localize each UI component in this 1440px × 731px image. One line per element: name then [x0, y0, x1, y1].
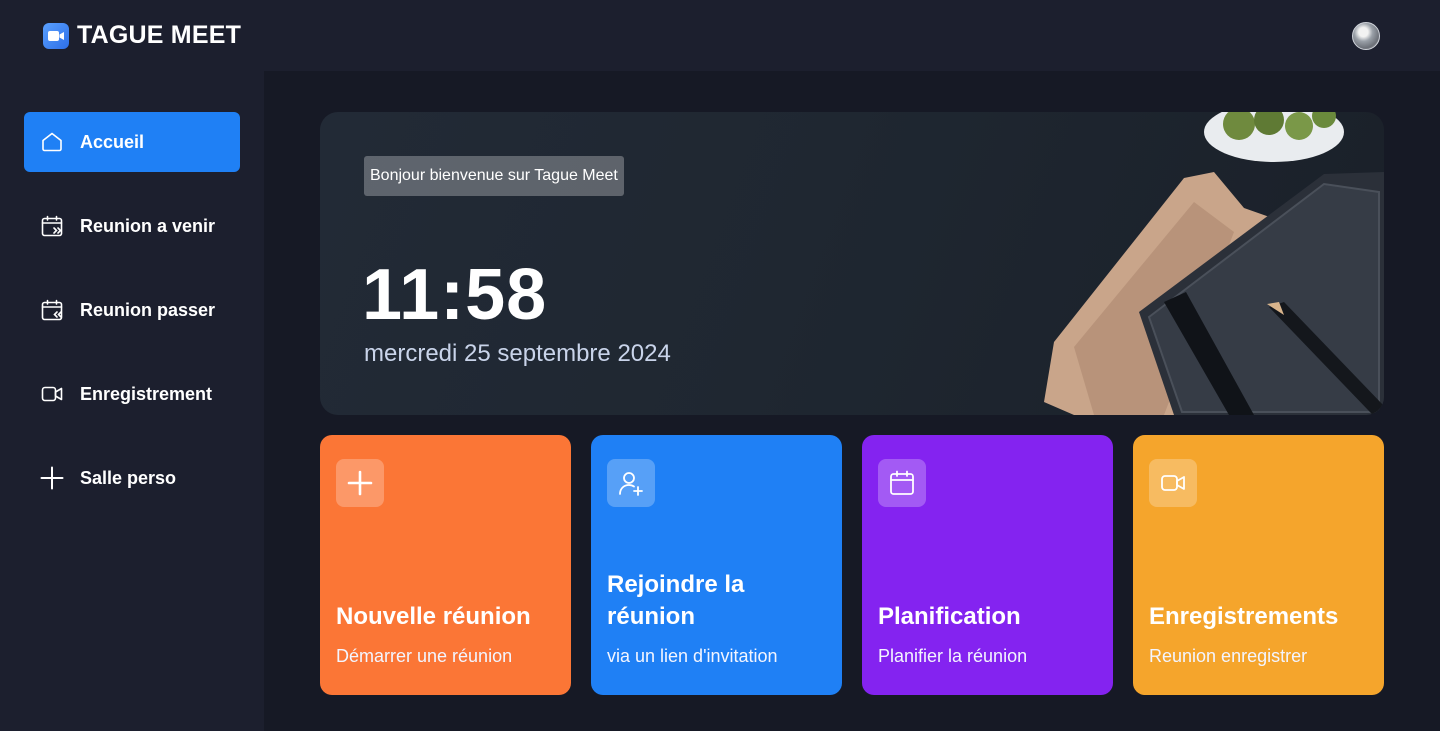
card-title: Nouvelle réunion	[336, 603, 531, 630]
user-avatar[interactable]	[1352, 21, 1380, 50]
plus-icon	[40, 466, 64, 490]
sidebar-item-label: Salle perso	[80, 467, 177, 488]
sidebar-item-enregistrement[interactable]: Enregistrement	[24, 364, 240, 424]
video-icon	[1149, 459, 1197, 507]
sidebar-item-label: Enregistrement	[80, 383, 213, 404]
plus-icon	[336, 459, 384, 507]
card-subtitle: Reunion enregistrer	[1149, 646, 1308, 666]
top-bar: TAGUE MEET	[0, 0, 1440, 71]
card-title: Enregistrements	[1149, 603, 1339, 630]
sidebar: Accueil Reunion a venir Reunion passer E…	[0, 71, 264, 731]
calendar-icon	[878, 459, 926, 507]
greeting-badge: Bonjour bienvenue sur Tague Meet	[364, 156, 624, 196]
home-icon	[40, 130, 64, 154]
sidebar-item-reunion-passer[interactable]: Reunion passer	[24, 280, 240, 340]
video-camera-logo-icon	[43, 22, 69, 49]
sidebar-item-reunion-a-venir[interactable]: Reunion a venir	[24, 196, 240, 256]
hero-banner: Bonjour bienvenue sur Tague Meet 11:58 m…	[320, 112, 1384, 415]
sidebar-item-salle-perso[interactable]: Salle perso	[24, 448, 240, 508]
card-title: Planification	[878, 603, 1021, 630]
app-name: TAGUE MEET	[77, 21, 242, 49]
sidebar-item-accueil[interactable]: Accueil	[24, 112, 240, 172]
sidebar-item-label: Reunion a venir	[80, 215, 216, 236]
sidebar-item-label: Accueil	[80, 131, 145, 152]
video-icon	[40, 382, 64, 406]
new-meeting-card[interactable]: Nouvelle réunion Démarrer une réunion	[320, 435, 571, 695]
card-title: Rejoindre la réunion	[607, 571, 745, 630]
join-meeting-card[interactable]: Rejoindre la réunion via un lien d'invit…	[591, 435, 842, 695]
card-subtitle: Planifier la réunion	[878, 646, 1028, 666]
card-subtitle: via un lien d'invitation	[607, 646, 778, 666]
brand[interactable]: TAGUE MEET	[43, 21, 241, 50]
user-plus-icon	[607, 459, 655, 507]
main-content: Bonjour bienvenue sur Tague Meet 11:58 m…	[264, 71, 1440, 731]
current-date: mercredi 25 septembre 2024	[364, 340, 671, 367]
calendar-upcoming-icon	[40, 214, 64, 238]
calendar-previous-icon	[40, 298, 64, 322]
card-subtitle: Démarrer une réunion	[336, 646, 513, 666]
current-time: 11:58	[362, 255, 548, 335]
desk-illustration	[1044, 112, 1384, 415]
recordings-card[interactable]: Enregistrements Reunion enregistrer	[1133, 435, 1384, 695]
action-cards: Nouvelle réunion Démarrer une réunion Re…	[320, 435, 1384, 695]
schedule-card[interactable]: Planification Planifier la réunion	[862, 435, 1113, 695]
sidebar-item-label: Reunion passer	[80, 299, 216, 320]
